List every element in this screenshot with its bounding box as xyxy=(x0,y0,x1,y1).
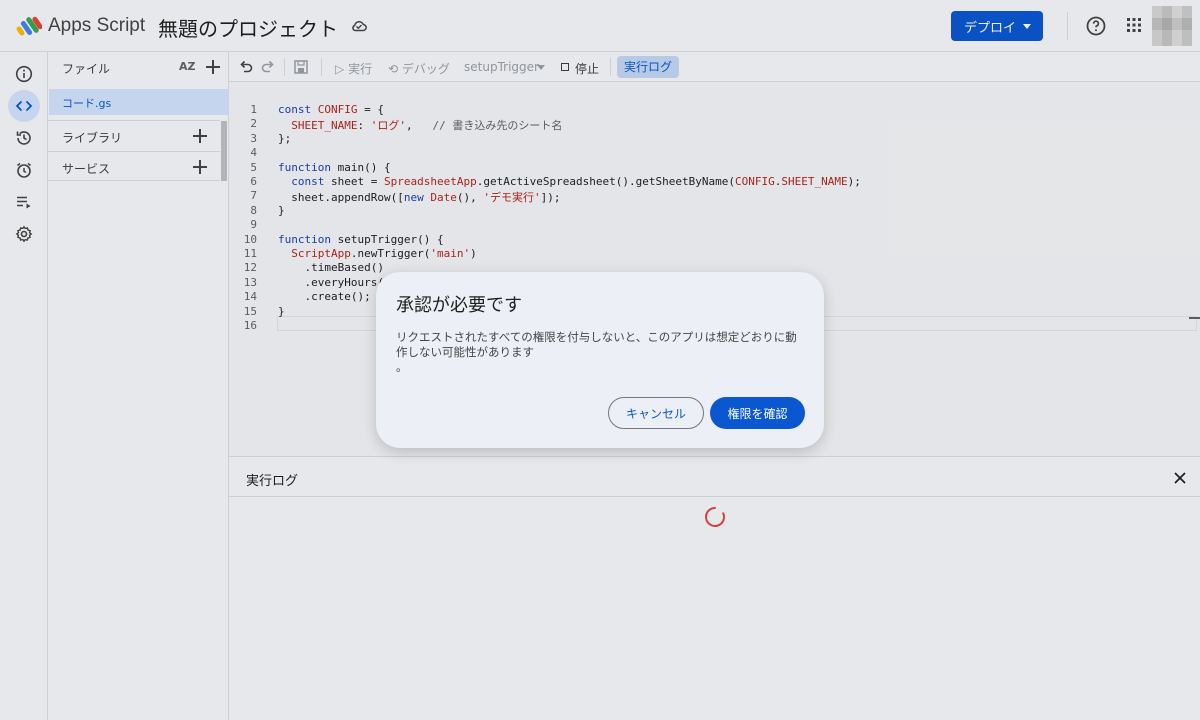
review-permissions-button[interactable]: 権限を確認 xyxy=(710,397,805,429)
cancel-button[interactable]: キャンセル xyxy=(608,397,704,429)
dialog-title: 承認が必要です xyxy=(396,295,522,316)
authorization-dialog: 承認が必要です リクエストされたすべての権限を付与しないと、このアプリは想定どお… xyxy=(376,272,824,448)
dialog-body: リクエストされたすべての権限を付与しないと、このアプリは想定どおりに動作しない可… xyxy=(396,330,797,374)
